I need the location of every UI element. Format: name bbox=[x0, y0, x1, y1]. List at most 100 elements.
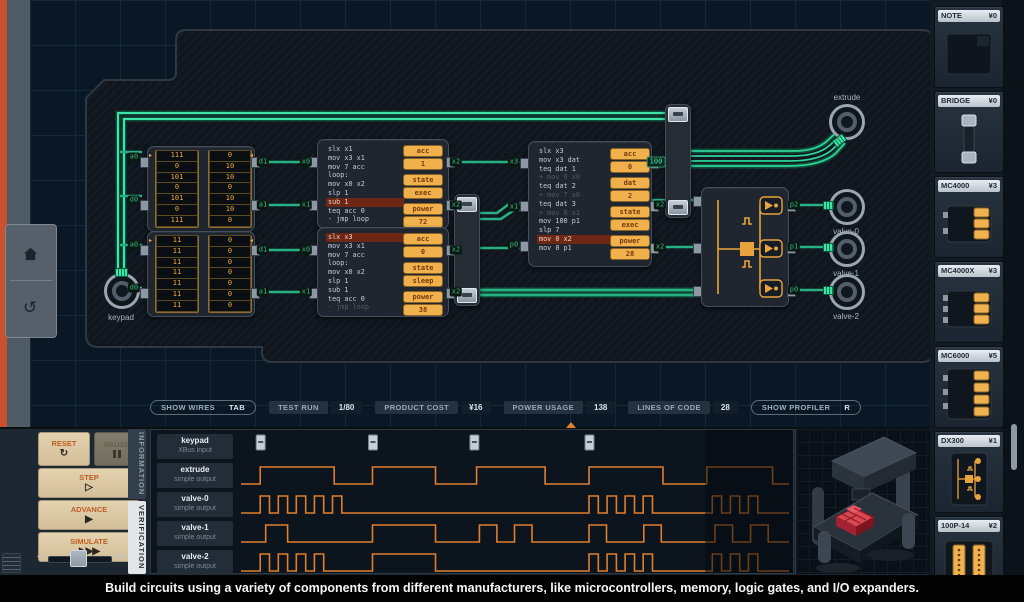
wire-bridge[interactable] bbox=[665, 104, 691, 218]
code-line[interactable]: slp 1 bbox=[326, 277, 404, 286]
code-line[interactable]: mov 7 acc bbox=[326, 163, 404, 172]
tab-information[interactable]: INFORMATION bbox=[128, 429, 146, 499]
chip-pin[interactable] bbox=[520, 201, 529, 212]
show-profiler-toggle[interactable]: SHOW PROFILER R bbox=[751, 400, 861, 415]
code-line[interactable]: mov x3 x1 bbox=[326, 242, 404, 251]
chip-pin[interactable] bbox=[693, 196, 702, 207]
code-line[interactable]: slx x3 bbox=[537, 147, 613, 156]
status-bar: SHOW WIRES TAB TEST RUN 1/80 PRODUCT COS… bbox=[150, 400, 870, 415]
chip-pin[interactable] bbox=[693, 243, 702, 254]
pin-label-x0: x0 bbox=[300, 158, 312, 167]
code-line[interactable]: teq dat 2 bbox=[537, 182, 613, 191]
chip-pin[interactable] bbox=[693, 286, 702, 297]
code-line[interactable]: teq acc 0 bbox=[326, 295, 404, 304]
code-line[interactable]: loop: bbox=[326, 171, 404, 180]
signal-label-keypad: keypadXBus input bbox=[157, 434, 233, 459]
speed-minus[interactable]: − bbox=[37, 551, 43, 564]
sidebar-item-mc4000x[interactable]: MC4000X¥3 bbox=[934, 261, 1004, 343]
undo-button[interactable]: ↺ bbox=[13, 287, 47, 329]
code-line[interactable]: sub 1 bbox=[326, 286, 404, 295]
pin-label-a1: a1 bbox=[257, 288, 269, 297]
code-line[interactable]: + mov 0 x1 bbox=[537, 209, 613, 218]
memory-chip-2[interactable]: ▸◂ 11111111111111 0000000 bbox=[147, 231, 255, 317]
sidebar-item-100p14[interactable]: 100P-14¥2 bbox=[934, 516, 1004, 575]
register-power: power28 bbox=[610, 235, 650, 260]
reset-button[interactable]: RESET ↻ bbox=[38, 432, 90, 466]
show-wires-toggle[interactable]: SHOW WIRES TAB bbox=[150, 400, 256, 415]
chip-pin[interactable] bbox=[520, 158, 529, 169]
sidebar-scroll-rail[interactable] bbox=[1002, 0, 1024, 575]
terminal-label: keypad bbox=[108, 313, 134, 322]
home-icon bbox=[23, 247, 38, 261]
code-line[interactable]: mov 7 acc bbox=[326, 251, 404, 260]
code-line[interactable]: mov 0 p1 bbox=[537, 244, 613, 253]
microcontroller-3[interactable]: slx x3mov x3 datteq dat 1+ mov 0 x0teq d… bbox=[528, 141, 652, 267]
code-line[interactable]: mov x3 dat bbox=[537, 156, 613, 165]
xbus-packet-flag bbox=[470, 435, 479, 450]
tutorial-caption: Build circuits using a variety of compon… bbox=[0, 575, 1024, 602]
code-line[interactable]: mov x0 x2 bbox=[326, 180, 404, 189]
rom-cell[interactable]: 0 bbox=[209, 215, 251, 227]
memory-chip-1[interactable]: ▸◂ 111010101010111 01010010100 bbox=[147, 146, 255, 232]
chip-pin[interactable] bbox=[140, 288, 149, 299]
home-button[interactable] bbox=[13, 233, 47, 275]
code-line[interactable]: teq dat 1 bbox=[537, 165, 613, 174]
menu-icon[interactable] bbox=[2, 553, 21, 573]
code-line[interactable]: + mov 7 x0 bbox=[537, 191, 613, 200]
sidebar-item-note[interactable]: NOTE¥0 bbox=[934, 6, 1004, 88]
microcontroller-1[interactable]: slx x1mov x3 x1mov 7 accloop:mov x0 x2sl… bbox=[317, 139, 449, 229]
code-line[interactable]: loop: bbox=[326, 259, 404, 268]
pin-label-d1: d1 bbox=[257, 246, 269, 255]
rom-cell[interactable]: 11 bbox=[156, 300, 198, 312]
pin-label-d1: d1 bbox=[257, 158, 269, 167]
code-line[interactable]: mov 0 x2 bbox=[537, 235, 613, 244]
rom-cell[interactable]: 0 bbox=[209, 300, 251, 312]
pin-label-p2: p2 bbox=[788, 201, 800, 210]
code-line[interactable]: mov x3 x1 bbox=[326, 154, 404, 163]
code-line[interactable]: + mov 0 x0 bbox=[537, 173, 613, 182]
code-line[interactable]: teq acc 0 bbox=[326, 207, 404, 216]
terminal-valve-0[interactable] bbox=[829, 189, 865, 225]
rom-column[interactable]: 0000000 bbox=[208, 235, 252, 313]
pin-label-x2: x2 bbox=[654, 201, 666, 210]
advance-button[interactable]: ADVANCE ▶ bbox=[38, 500, 140, 530]
code-line[interactable]: slp 7 bbox=[537, 226, 613, 235]
chip-pin[interactable] bbox=[140, 200, 149, 211]
code-line[interactable]: slx x1 bbox=[326, 145, 404, 154]
code-line[interactable]: mov 100 p1 bbox=[537, 217, 613, 226]
chip-pin[interactable] bbox=[520, 241, 529, 252]
step-icon: ▷ bbox=[85, 483, 93, 493]
rom-column[interactable]: 111010101010111 bbox=[155, 150, 199, 228]
code-line[interactable]: sub 1 bbox=[326, 198, 404, 207]
speed-plus[interactable]: + bbox=[116, 551, 122, 564]
step-button[interactable]: STEP ▷ bbox=[38, 468, 140, 498]
code-editor[interactable]: slx x3mov x3 x1mov 7 accloop:mov x0 x2sl… bbox=[326, 233, 404, 312]
sidebar-item-mc6000[interactable]: MC6000¥5 bbox=[934, 346, 1004, 428]
code-line[interactable]: teq dat 3 bbox=[537, 200, 613, 209]
chip-pin[interactable] bbox=[140, 245, 149, 256]
pin-label-x2: x2 bbox=[654, 243, 666, 252]
microcontroller-2[interactable]: slx x3mov x3 x1mov 7 accloop:mov x0 x2sl… bbox=[317, 227, 449, 317]
tab-verification[interactable]: VERIFICATION bbox=[128, 501, 146, 574]
sidebar-scrollbar[interactable] bbox=[1011, 424, 1017, 470]
rom-column[interactable]: 01010010100 bbox=[208, 150, 252, 228]
rom-cell[interactable]: 111 bbox=[156, 215, 198, 227]
chip-pin[interactable] bbox=[140, 157, 149, 168]
sidebar-item-mc4000[interactable]: MC4000¥3 bbox=[934, 176, 1004, 258]
code-line[interactable]: mov x0 x2 bbox=[326, 268, 404, 277]
terminal-extrude[interactable] bbox=[829, 104, 865, 140]
dx300-chip[interactable] bbox=[701, 187, 789, 307]
sidebar-item-dx300[interactable]: DX300¥1 bbox=[934, 431, 1004, 513]
terminal-valve-1[interactable] bbox=[829, 231, 865, 267]
terminal-valve-2[interactable] bbox=[829, 274, 865, 310]
code-line[interactable]: slx x3 bbox=[326, 233, 404, 242]
pin-label-x1: x1 bbox=[508, 203, 520, 212]
code-editor[interactable]: slx x3mov x3 datteq dat 1+ mov 0 x0teq d… bbox=[537, 147, 613, 253]
code-line[interactable]: - jmp loop bbox=[326, 303, 404, 312]
rom-column[interactable]: 11111111111111 bbox=[155, 235, 199, 313]
sidebar-item-bridge[interactable]: BRIDGE¥0 bbox=[934, 91, 1004, 173]
code-line[interactable]: - jmp loop bbox=[326, 215, 404, 224]
code-editor[interactable]: slx x1mov x3 x1mov 7 accloop:mov x0 x2sl… bbox=[326, 145, 404, 224]
speed-slider-thumb[interactable] bbox=[70, 550, 87, 567]
code-line[interactable]: slp 1 bbox=[326, 189, 404, 198]
